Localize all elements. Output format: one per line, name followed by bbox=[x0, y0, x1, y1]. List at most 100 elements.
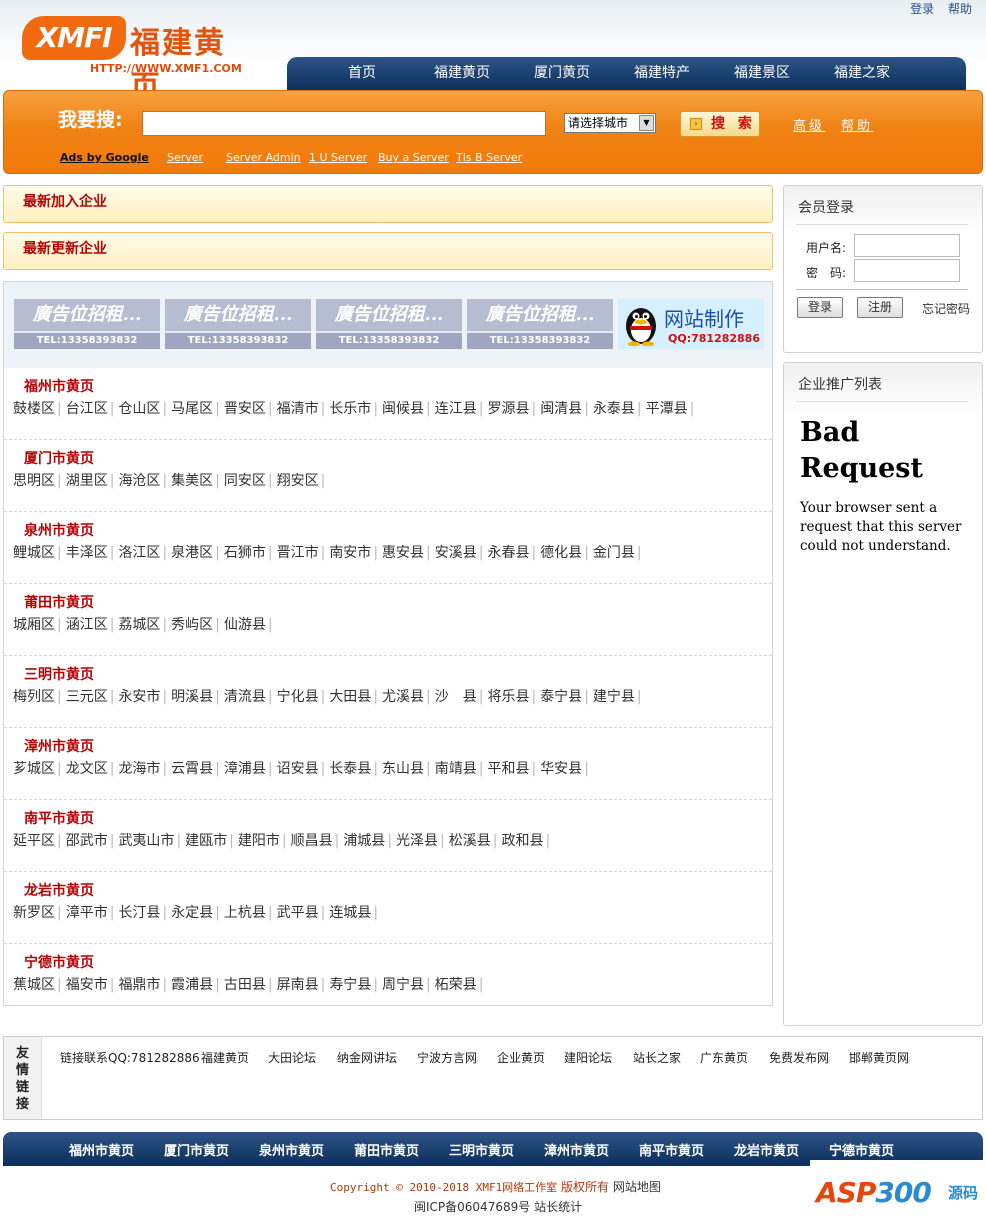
district-link[interactable]: 梅列区 bbox=[13, 689, 55, 705]
nav-fujian-specialties[interactable]: 福建特产 bbox=[612, 57, 712, 89]
friend-link[interactable]: 站长之家 bbox=[633, 1049, 681, 1066]
bottom-nav-item[interactable]: 龙岩市黄页 bbox=[734, 1140, 799, 1159]
district-link[interactable]: 湖里区 bbox=[66, 473, 108, 489]
district-link[interactable]: 诏安县 bbox=[277, 761, 319, 777]
district-link[interactable]: 德化县 bbox=[540, 545, 582, 561]
district-link[interactable]: 尤溪县 bbox=[382, 689, 424, 705]
district-link[interactable]: 集美区 bbox=[171, 473, 213, 489]
district-link[interactable]: 云霄县 bbox=[171, 761, 213, 777]
ad-banner[interactable]: 廣告位招租... TEL:13358393832 bbox=[165, 299, 311, 349]
district-link[interactable]: 屏南县 bbox=[277, 977, 319, 993]
friend-link[interactable]: 纳金网讲坛 bbox=[337, 1049, 397, 1066]
friend-link[interactable]: 广东黄页 bbox=[700, 1049, 748, 1066]
district-link[interactable]: 马尾区 bbox=[171, 401, 213, 417]
ad-link-buy-server[interactable]: Buy a Server bbox=[378, 151, 449, 164]
nav-fujian-scenic[interactable]: 福建景区 bbox=[712, 57, 812, 89]
city-select[interactable]: 请选择城市 ▼ bbox=[564, 113, 656, 133]
search-help-link[interactable]: 帮助 bbox=[841, 115, 873, 134]
password-field[interactable] bbox=[854, 259, 960, 282]
district-link[interactable]: 泰宁县 bbox=[540, 689, 582, 705]
district-link[interactable]: 松溪县 bbox=[449, 833, 491, 849]
nav-home[interactable]: 首页 bbox=[312, 57, 412, 89]
city-title-link[interactable]: 龙岩市黄页 bbox=[24, 880, 94, 900]
city-title-link[interactable]: 漳州市黄页 bbox=[24, 736, 94, 756]
bottom-nav-item[interactable]: 三明市黄页 bbox=[449, 1140, 514, 1159]
district-link[interactable]: 石狮市 bbox=[224, 545, 266, 561]
search-input[interactable] bbox=[142, 111, 546, 136]
district-link[interactable]: 将乐县 bbox=[487, 689, 529, 705]
district-link[interactable]: 涵江区 bbox=[66, 617, 108, 633]
district-link[interactable]: 浦城县 bbox=[343, 833, 385, 849]
district-link[interactable]: 周宁县 bbox=[382, 977, 424, 993]
district-link[interactable]: 华安县 bbox=[540, 761, 582, 777]
district-link[interactable]: 金门县 bbox=[593, 545, 635, 561]
district-link[interactable]: 明溪县 bbox=[171, 689, 213, 705]
district-link[interactable]: 龙文区 bbox=[66, 761, 108, 777]
district-link[interactable]: 海沧区 bbox=[118, 473, 160, 489]
district-link[interactable]: 蕉城区 bbox=[13, 977, 55, 993]
district-link[interactable]: 武夷山市 bbox=[118, 833, 174, 849]
search-button[interactable]: › 搜 索 bbox=[680, 111, 760, 137]
city-title-link[interactable]: 厦门市黄页 bbox=[24, 448, 94, 468]
district-link[interactable]: 寿宁县 bbox=[329, 977, 371, 993]
district-link[interactable]: 长汀县 bbox=[118, 905, 160, 921]
district-link[interactable]: 大田县 bbox=[329, 689, 371, 705]
district-link[interactable]: 洛江区 bbox=[118, 545, 160, 561]
friend-link[interactable]: 大田论坛 bbox=[268, 1049, 316, 1066]
district-link[interactable]: 建阳市 bbox=[238, 833, 280, 849]
district-link[interactable]: 上杭县 bbox=[224, 905, 266, 921]
district-link[interactable]: 城厢区 bbox=[13, 617, 55, 633]
district-link[interactable]: 永泰县 bbox=[593, 401, 635, 417]
district-link[interactable]: 鼓楼区 bbox=[13, 401, 55, 417]
district-link[interactable]: 晋江市 bbox=[277, 545, 319, 561]
nav-fujian-home[interactable]: 福建之家 bbox=[812, 57, 912, 89]
district-link[interactable]: 政和县 bbox=[501, 833, 543, 849]
district-link[interactable]: 连江县 bbox=[435, 401, 477, 417]
bottom-nav-item[interactable]: 厦门市黄页 bbox=[164, 1140, 229, 1159]
ad-banner[interactable]: 廣告位招租... TEL:13358393832 bbox=[316, 299, 462, 349]
district-link[interactable]: 台江区 bbox=[66, 401, 108, 417]
district-link[interactable]: 秀屿区 bbox=[171, 617, 213, 633]
district-link[interactable]: 闽清县 bbox=[540, 401, 582, 417]
district-link[interactable]: 同安区 bbox=[224, 473, 266, 489]
district-link[interactable]: 建瓯市 bbox=[185, 833, 227, 849]
ad-link-server[interactable]: Server bbox=[167, 151, 203, 164]
bottom-nav-item[interactable]: 福州市黄页 bbox=[69, 1140, 134, 1159]
sitemap-link[interactable]: 网站地图 bbox=[613, 1180, 661, 1194]
district-link[interactable]: 南安市 bbox=[329, 545, 371, 561]
friend-link[interactable]: 邯郸黄页网 bbox=[849, 1049, 909, 1066]
district-link[interactable]: 长泰县 bbox=[329, 761, 371, 777]
district-link[interactable]: 福清市 bbox=[277, 401, 319, 417]
ad-link-server-admin[interactable]: Server Admin bbox=[226, 151, 301, 164]
district-link[interactable]: 仓山区 bbox=[118, 401, 160, 417]
icp-link[interactable]: 闽ICP备06047689号 bbox=[414, 1200, 530, 1214]
forgot-password-link[interactable]: 忘记密码 bbox=[922, 300, 970, 317]
district-link[interactable]: 福鼎市 bbox=[118, 977, 160, 993]
district-link[interactable]: 漳浦县 bbox=[224, 761, 266, 777]
friend-link[interactable]: 免费发布网 bbox=[769, 1049, 829, 1066]
chevron-down-icon[interactable]: ▼ bbox=[639, 115, 654, 131]
district-link[interactable]: 顺昌县 bbox=[291, 833, 333, 849]
district-link[interactable]: 东山县 bbox=[382, 761, 424, 777]
city-title-link[interactable]: 宁德市黄页 bbox=[24, 952, 94, 972]
district-link[interactable]: 安溪县 bbox=[435, 545, 477, 561]
district-link[interactable]: 闽候县 bbox=[382, 401, 424, 417]
district-link[interactable]: 古田县 bbox=[224, 977, 266, 993]
district-link[interactable]: 延平区 bbox=[13, 833, 55, 849]
nav-fujian-yellow-pages[interactable]: 福建黄页 bbox=[412, 57, 512, 89]
city-title-link[interactable]: 泉州市黄页 bbox=[24, 520, 94, 540]
qq-website-banner[interactable]: 网站制作 QQ:781282886 bbox=[618, 299, 764, 349]
bottom-nav-item[interactable]: 宁德市黄页 bbox=[829, 1140, 894, 1159]
district-link[interactable]: 三元区 bbox=[66, 689, 108, 705]
district-link[interactable]: 荔城区 bbox=[118, 617, 160, 633]
district-link[interactable]: 思明区 bbox=[13, 473, 55, 489]
district-link[interactable]: 新罗区 bbox=[13, 905, 55, 921]
ad-banner[interactable]: 廣告位招租... TEL:13358393832 bbox=[467, 299, 613, 349]
friend-link[interactable]: 宁波方言网 bbox=[417, 1049, 477, 1066]
district-link[interactable]: 芗城区 bbox=[13, 761, 55, 777]
district-link[interactable]: 霞浦县 bbox=[171, 977, 213, 993]
district-link[interactable]: 长乐市 bbox=[329, 401, 371, 417]
friend-link[interactable]: 福建黄页 bbox=[201, 1049, 249, 1066]
friend-link[interactable]: 链接联系QQ:781282886 bbox=[60, 1049, 200, 1066]
city-title-link[interactable]: 南平市黄页 bbox=[24, 808, 94, 828]
